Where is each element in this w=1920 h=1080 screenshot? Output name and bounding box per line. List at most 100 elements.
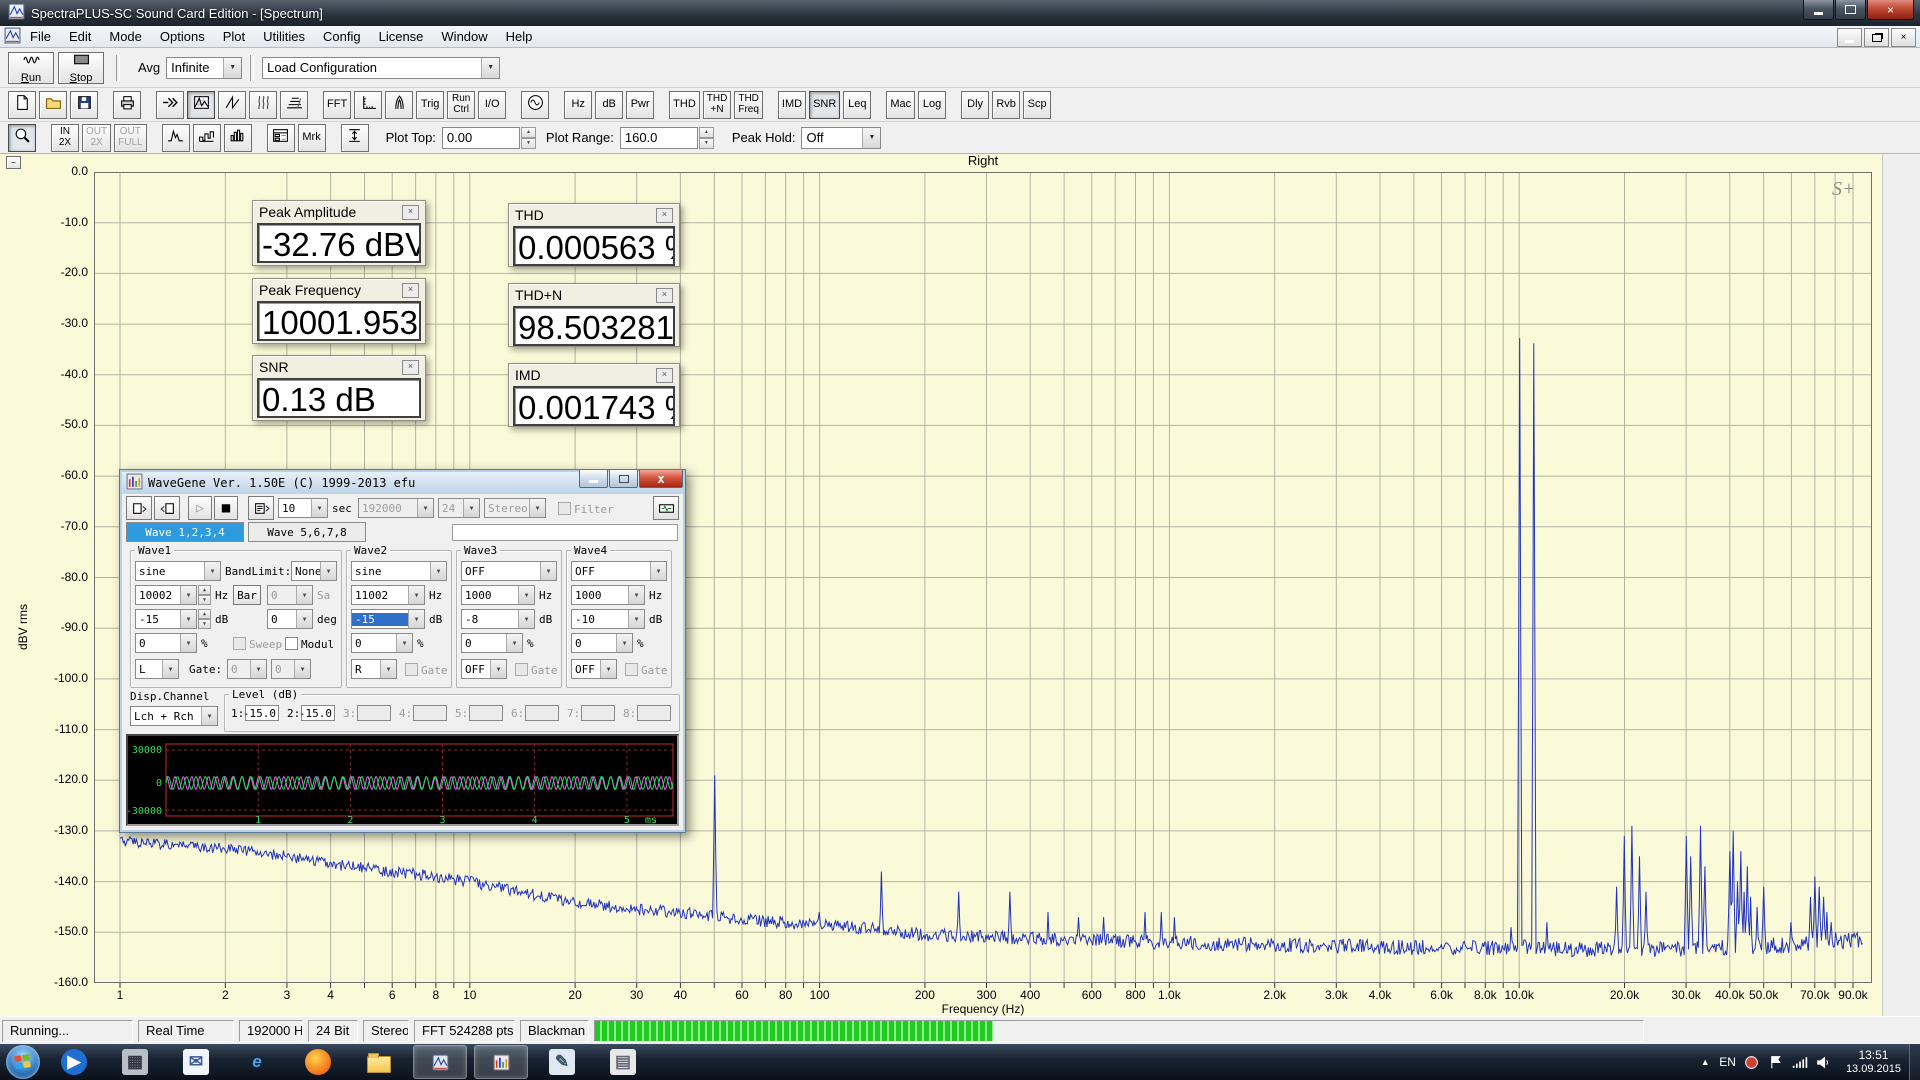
wave3-percent-select[interactable]: 0▼ — [461, 633, 523, 653]
wave3-freq-select[interactable]: 1000▼ — [461, 585, 535, 605]
taskbar-app-mail[interactable]: ✉ — [169, 1045, 223, 1079]
taskbar-app-calculator[interactable]: ▦ — [108, 1045, 162, 1079]
scaling-button[interactable] — [354, 91, 382, 119]
display-options-button[interactable] — [267, 124, 295, 152]
wg-channels-select[interactable]: Stereo▼ — [484, 498, 546, 518]
wg-open-button[interactable] — [126, 496, 152, 520]
menu-license[interactable]: License — [370, 27, 433, 46]
taskbar-app-paint[interactable]: ✎ — [535, 1045, 589, 1079]
plot-top-input[interactable]: 0.00 — [442, 127, 520, 149]
leq-button[interactable]: Leq — [843, 91, 871, 119]
taskbar-app-window[interactable]: ▤ — [596, 1045, 650, 1079]
panel-close-icon[interactable]: × — [402, 360, 419, 375]
wave1-gate2-select[interactable]: 0▼ — [271, 659, 311, 679]
wg-tab-2[interactable]: Wave 5,6,7,8 — [248, 522, 366, 542]
peak-curve-button[interactable] — [162, 124, 190, 152]
language-indicator[interactable]: EN — [1719, 1055, 1736, 1069]
level-field-4[interactable] — [413, 705, 447, 721]
snr-button[interactable]: SNR — [809, 91, 840, 119]
panel-peak-amplitude[interactable]: Peak Amplitude×-32.76 dBV r — [252, 200, 426, 266]
taskbar-app-firefox[interactable] — [291, 1045, 345, 1079]
panel-thd[interactable]: THD×0.000563 % — [508, 203, 680, 267]
taskbar-app-analyzer[interactable] — [474, 1045, 528, 1079]
wave2-gate-checkbox[interactable]: Gate — [405, 663, 448, 677]
run-control-button[interactable]: Run Ctrl — [447, 91, 475, 119]
zoom-out-full-button[interactable]: OUT FULL — [114, 124, 146, 152]
panel-close-icon[interactable]: × — [402, 283, 419, 298]
panel-close-icon[interactable]: × — [656, 368, 673, 383]
wave2-channel-select[interactable]: R▼ — [351, 659, 397, 679]
panel-snr[interactable]: SNR×0.13 dB — [252, 355, 426, 421]
wg-play-button[interactable]: ▷ — [188, 496, 212, 520]
new-file-button[interactable] — [8, 91, 36, 119]
thd-button[interactable]: THD — [669, 91, 700, 119]
wave1-level-select[interactable]: -15▼ — [135, 609, 197, 629]
hz-units-button[interactable]: Hz — [564, 91, 592, 119]
surface-view-button[interactable] — [280, 91, 308, 119]
menu-window[interactable]: Window — [432, 27, 496, 46]
taskbar-app-spectraplus[interactable] — [413, 1045, 467, 1079]
peak-hold-select[interactable]: Off▼ — [801, 127, 881, 149]
show-desktop-button[interactable] — [1909, 1044, 1920, 1080]
scope-button[interactable]: Scp — [1023, 91, 1051, 119]
replay-button[interactable] — [156, 91, 184, 119]
menu-edit[interactable]: Edit — [60, 27, 100, 46]
wave2-freq-select[interactable]: 11002▼ — [351, 585, 425, 605]
taskbar-app-explorer[interactable] — [352, 1045, 406, 1079]
wave1-bar-button[interactable]: Bar — [233, 585, 261, 605]
wave4-freq-select[interactable]: 1000▼ — [571, 585, 645, 605]
amplitude-range-button[interactable] — [341, 124, 369, 152]
level-field-1[interactable]: -15.0 — [245, 705, 279, 721]
wave1-modul-checkbox[interactable]: Modul — [285, 637, 334, 651]
menu-mode[interactable]: Mode — [100, 27, 151, 46]
action-center-icon[interactable] — [1766, 1052, 1786, 1072]
menu-utilities[interactable]: Utilities — [254, 27, 314, 46]
start-button[interactable] — [6, 1045, 40, 1079]
wave4-level-select[interactable]: -10▼ — [571, 609, 645, 629]
wave1-sa-select[interactable]: 0▼ — [267, 585, 313, 605]
plot-range-spinner[interactable]: ▲▼ — [699, 127, 714, 149]
marker-button[interactable]: Mrk — [298, 124, 326, 152]
wavegene-maximize-button[interactable] — [609, 470, 638, 488]
wave1-deg-select[interactable]: 0▼ — [267, 609, 313, 629]
avg-select[interactable]: Infinite▼ — [166, 57, 242, 79]
log-button[interactable]: Log — [918, 91, 946, 119]
mdi-minimize-button[interactable] — [1837, 28, 1862, 47]
wave1-percent-select[interactable]: 0▼ — [135, 633, 197, 653]
bar-steps-button[interactable] — [193, 124, 221, 152]
wavegene-close-button[interactable]: x — [639, 470, 683, 488]
save-button[interactable] — [70, 91, 98, 119]
bar-chart-button[interactable] — [224, 124, 252, 152]
maximize-button[interactable] — [1835, 0, 1866, 20]
panel-imd[interactable]: IMD×0.001743 % — [508, 363, 680, 427]
level-field-7[interactable] — [581, 705, 615, 721]
network-icon[interactable] — [1790, 1052, 1810, 1072]
disp-channel-select[interactable]: Lch + Rch▼ — [130, 706, 218, 726]
wave1-gate1-select[interactable]: 0▼ — [227, 659, 267, 679]
delay-button[interactable]: Dly — [961, 91, 989, 119]
panel-peak-frequency[interactable]: Peak Frequency×10001.953 H — [252, 278, 426, 344]
wg-filter-checkbox[interactable]: Filter — [558, 502, 614, 516]
tray-app-icon[interactable] — [1742, 1052, 1762, 1072]
wave2-type-select[interactable]: sine▼ — [351, 561, 447, 581]
configuration-select[interactable]: Load Configuration▼ — [262, 57, 500, 79]
wg-loop-button[interactable] — [248, 496, 274, 520]
menu-plot[interactable]: Plot — [214, 27, 254, 46]
thd-freq-button[interactable]: THD Freq — [734, 91, 763, 119]
plot-range-input[interactable]: 160.0 — [620, 127, 698, 149]
level-field-2[interactable]: -15.0 — [301, 705, 335, 721]
clock[interactable]: 13:51 13.09.2015 — [1846, 1048, 1901, 1077]
imd-button[interactable]: IMD — [778, 91, 806, 119]
taskbar-app-media-player[interactable]: ▶ — [47, 1045, 101, 1079]
wave3-level-select[interactable]: -8▼ — [461, 609, 535, 629]
menu-options[interactable]: Options — [151, 27, 214, 46]
wg-stop-button[interactable]: ■ — [214, 496, 238, 520]
io-device-button[interactable]: I/O — [478, 91, 506, 119]
spectrogram-view-button[interactable] — [249, 91, 277, 119]
wave4-type-select[interactable]: OFF▼ — [571, 561, 667, 581]
spinner[interactable]: ▲▼ — [198, 585, 211, 605]
wave4-gate-checkbox[interactable]: Gate — [625, 663, 668, 677]
wave3-gate-checkbox[interactable]: Gate — [515, 663, 558, 677]
wavegene-minimize-button[interactable] — [579, 470, 608, 488]
wg-tab-1[interactable]: Wave 1,2,3,4 — [126, 522, 244, 542]
